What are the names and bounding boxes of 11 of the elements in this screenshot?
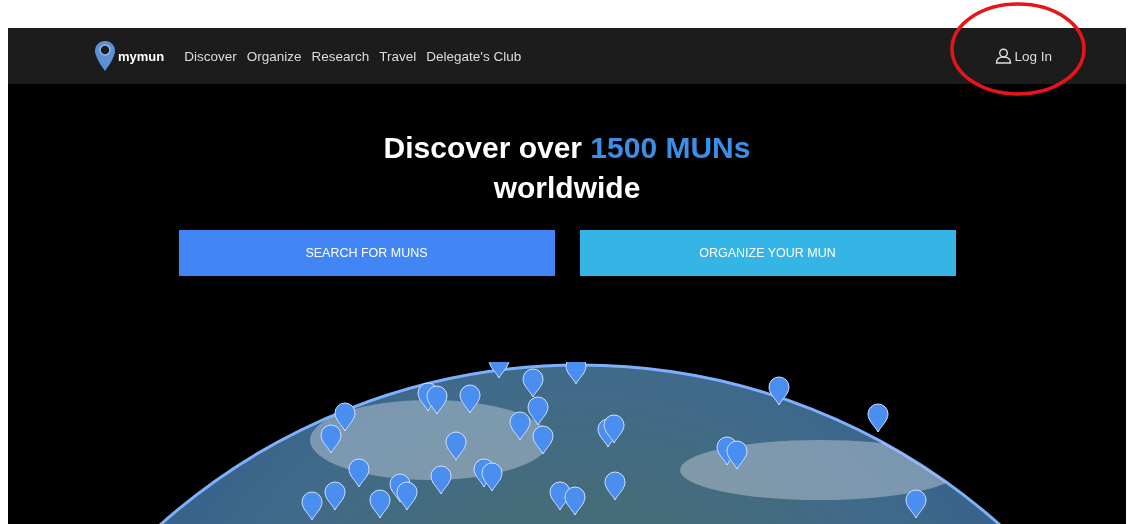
nav-link[interactable]: Discover <box>184 48 237 64</box>
nav-link[interactable]: Delegate's Club <box>426 48 522 64</box>
user-icon <box>995 48 1013 64</box>
nav-link[interactable]: Research <box>311 48 370 64</box>
nav-link[interactable]: Organize <box>246 48 302 64</box>
map-pin-icon <box>94 40 116 72</box>
nav-link[interactable]: Travel <box>379 48 417 64</box>
login-link[interactable]: Log In <box>995 48 1052 64</box>
brand-logo[interactable]: mymun <box>94 40 165 72</box>
search-button[interactable]: SEARCH FOR MUNS <box>178 230 555 276</box>
hero-headline: Discover over 1500 MUNs worldwide <box>383 130 751 206</box>
